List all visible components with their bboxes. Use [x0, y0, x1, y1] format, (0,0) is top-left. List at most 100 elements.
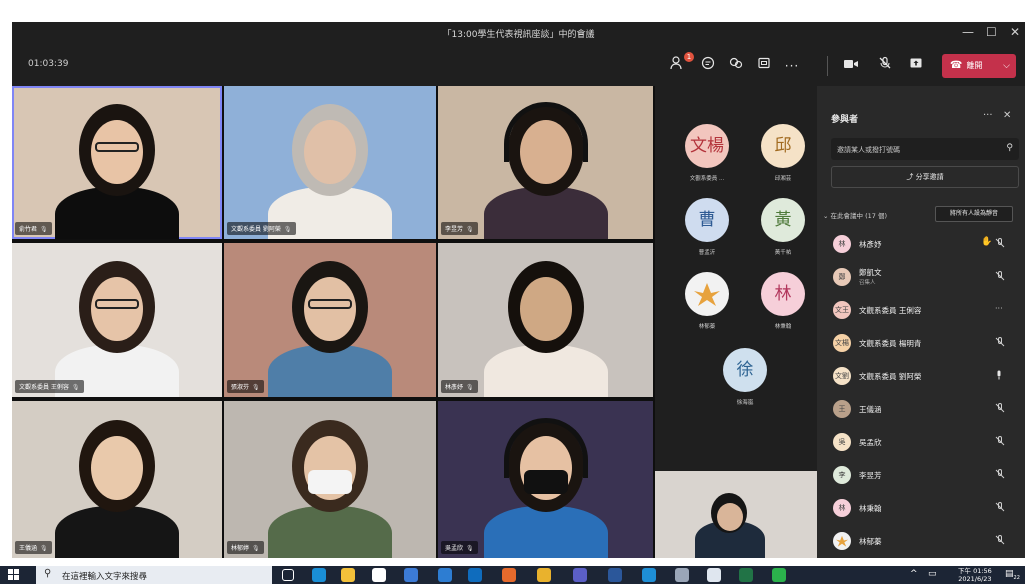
mute-all-button[interactable]: 將所有人設為靜音 [935, 206, 1013, 222]
participant-avatar: 文楊 [833, 334, 851, 352]
chat-icon[interactable] [697, 55, 719, 77]
leave-button[interactable]: ☎ 離開 ⌵ [942, 54, 1016, 78]
headset [503, 102, 588, 163]
participant-avatar[interactable]: 曹 [685, 198, 729, 242]
participant-avatar: 林 [833, 499, 851, 517]
phone-icon: ☎ [950, 60, 963, 71]
video-tile[interactable]: 林郁婷 🎙 [224, 401, 436, 558]
video-tile[interactable]: 王儀涵 🎙 [12, 401, 222, 558]
video-tile-self[interactable] [655, 471, 817, 558]
teams-icon[interactable] [573, 568, 587, 582]
teams-chat-icon[interactable] [438, 568, 452, 582]
avatar-name: 徐海嵐 [736, 400, 754, 406]
reactions-icon[interactable] [725, 55, 747, 77]
meeting-toolbar: 01:03:39 1 ··· ☎ 離開 ⌵ [12, 46, 1025, 86]
participant-row[interactable]: 林林彥妤 ✋ [817, 228, 1025, 261]
mic-off-icon: 🎙 [252, 384, 260, 391]
avatar-initials: 黃 [774, 210, 792, 230]
video-tile[interactable]: 文觀系委員 王俐容 🎙 [12, 243, 222, 397]
file-explorer-icon[interactable] [341, 568, 355, 582]
breakout-rooms-icon[interactable] [753, 55, 775, 77]
participant-name: 王儀涵 [859, 405, 882, 414]
word-icon[interactable] [608, 568, 622, 582]
video-tile[interactable]: 吳孟欣 🎙 [438, 401, 653, 558]
task-view-icon[interactable] [282, 569, 294, 581]
glasses [308, 299, 352, 310]
participants-panel: 參與者 ··· ✕ 邀請某人或撥打號碼 ⚲ ⤴ 分享邀請 ⌄ 在此會議中 (17… [817, 86, 1025, 558]
edge-icon[interactable] [312, 568, 326, 582]
store-icon[interactable] [372, 568, 386, 582]
participant-row[interactable]: 文楊 文觀系委員 楊明青 [817, 327, 1025, 360]
firefox-icon[interactable] [502, 568, 516, 582]
avatar-name: 曹孟沂 [698, 250, 716, 256]
close-button[interactable]: ✕ [1010, 25, 1020, 39]
invite-placeholder: 邀請某人或撥打號碼 [837, 146, 900, 154]
participant-row[interactable]: 林林秉翰 [817, 492, 1025, 525]
maximize-button[interactable]: ☐ [986, 25, 997, 39]
video-tile[interactable]: 俞竹君 🎙 [12, 86, 222, 239]
windows-start-icon[interactable] [8, 569, 20, 581]
participant-avatar: 林 [833, 235, 851, 253]
participant-avatar[interactable]: 黃 [761, 198, 805, 242]
mic-off-icon [995, 403, 1005, 415]
paint-icon[interactable] [707, 568, 721, 582]
share-invite-button[interactable]: ⤴ 分享邀請 [831, 166, 1019, 188]
participant-avatar[interactable] [685, 272, 729, 316]
glasses [95, 142, 139, 153]
panel-more-icon[interactable]: ··· [983, 110, 993, 121]
outlook-icon[interactable] [468, 568, 482, 582]
participant-row[interactable]: 王王儀涵 [817, 393, 1025, 426]
taskbar-clock[interactable]: 下午 01:56 2021/6/23 [958, 567, 992, 583]
keyboard-icon[interactable]: ▭ [928, 569, 937, 579]
participant-row[interactable]: 鄭鄭凱文 召集人 [817, 261, 1025, 294]
line-icon[interactable] [772, 568, 786, 582]
participant-name: 林彥妤 [445, 384, 464, 391]
photos-icon[interactable] [404, 568, 418, 582]
mic-off-icon [995, 436, 1005, 448]
invite-input[interactable]: 邀請某人或撥打號碼 ⚲ [831, 138, 1019, 160]
participant-avatar[interactable]: 文楊 [685, 124, 729, 168]
tray-chevron-icon[interactable]: ^ [910, 569, 918, 579]
person-face [304, 120, 356, 185]
clock-date: 2021/6/23 [958, 575, 992, 583]
avatar-initials: 林 [774, 284, 792, 304]
notification-icon[interactable]: ▤22 [1005, 569, 1020, 581]
video-name-tag: 俞竹君 🎙 [15, 222, 52, 235]
toolbar-divider [827, 56, 828, 76]
mic-off-icon[interactable] [874, 55, 896, 77]
section-header[interactable]: ⌄ 在此會議中 (17 個) [823, 210, 887, 220]
chevron-down-icon[interactable]: ⌵ [1003, 54, 1010, 78]
participant-name: 李昱芳 [859, 471, 882, 480]
share-screen-icon[interactable] [905, 55, 927, 77]
participant-row[interactable]: 李李昱芳 [817, 459, 1025, 492]
video-tile[interactable]: 李昱芳 🎙 [438, 86, 653, 239]
participant-row[interactable]: 林郁蓁 [817, 525, 1025, 558]
more-actions-icon[interactable]: ··· [781, 55, 803, 77]
panel-close-icon[interactable]: ✕ [1003, 110, 1011, 121]
mic-off-icon: 🎙 [466, 545, 474, 552]
mic-off-icon [995, 502, 1005, 514]
participant-row[interactable]: 文王 文觀系委員 王俐容 ··· [817, 294, 1025, 327]
participant-avatar[interactable]: 邱 [761, 124, 805, 168]
person-face [91, 435, 143, 500]
more-options-icon[interactable]: ··· [995, 304, 1003, 313]
video-tile[interactable]: 文觀系委員 劉阿榮 🎙 [224, 86, 436, 239]
participant-avatar[interactable]: 林 [761, 272, 805, 316]
camera-icon[interactable] [840, 55, 862, 77]
mic-off-icon: 🎙 [71, 384, 80, 391]
mic-off-icon: 🎙 [466, 226, 474, 233]
minimize-button[interactable]: — [962, 25, 974, 39]
taskbar-search-box[interactable]: ⚲ 在這裡輸入文字來搜尋 [36, 566, 272, 584]
video-tile[interactable]: 張淑芬 🎙 [224, 243, 436, 397]
video-name-tag: 王儀涵 🎙 [15, 541, 52, 554]
participant-row[interactable]: 吳吳孟欣 [817, 426, 1025, 459]
video-tile[interactable]: 林彥妤 🎙 [438, 243, 653, 397]
participant-row[interactable]: 文劉 文觀系委員 劉阿榮 [817, 360, 1025, 393]
pen-icon[interactable] [675, 568, 689, 582]
participant-avatar[interactable]: 徐 [723, 348, 767, 392]
photos-app-icon[interactable] [642, 568, 656, 582]
face-mask [308, 469, 352, 494]
excel-icon[interactable] [739, 568, 753, 582]
chrome-icon[interactable] [537, 568, 551, 582]
avatar-grid: 文楊 文觀系委員 ... 邱邱湘芸曹曹孟沂 黃黃千祐 林郁蓁 林林秉翰徐徐海嵐 [655, 86, 817, 471]
